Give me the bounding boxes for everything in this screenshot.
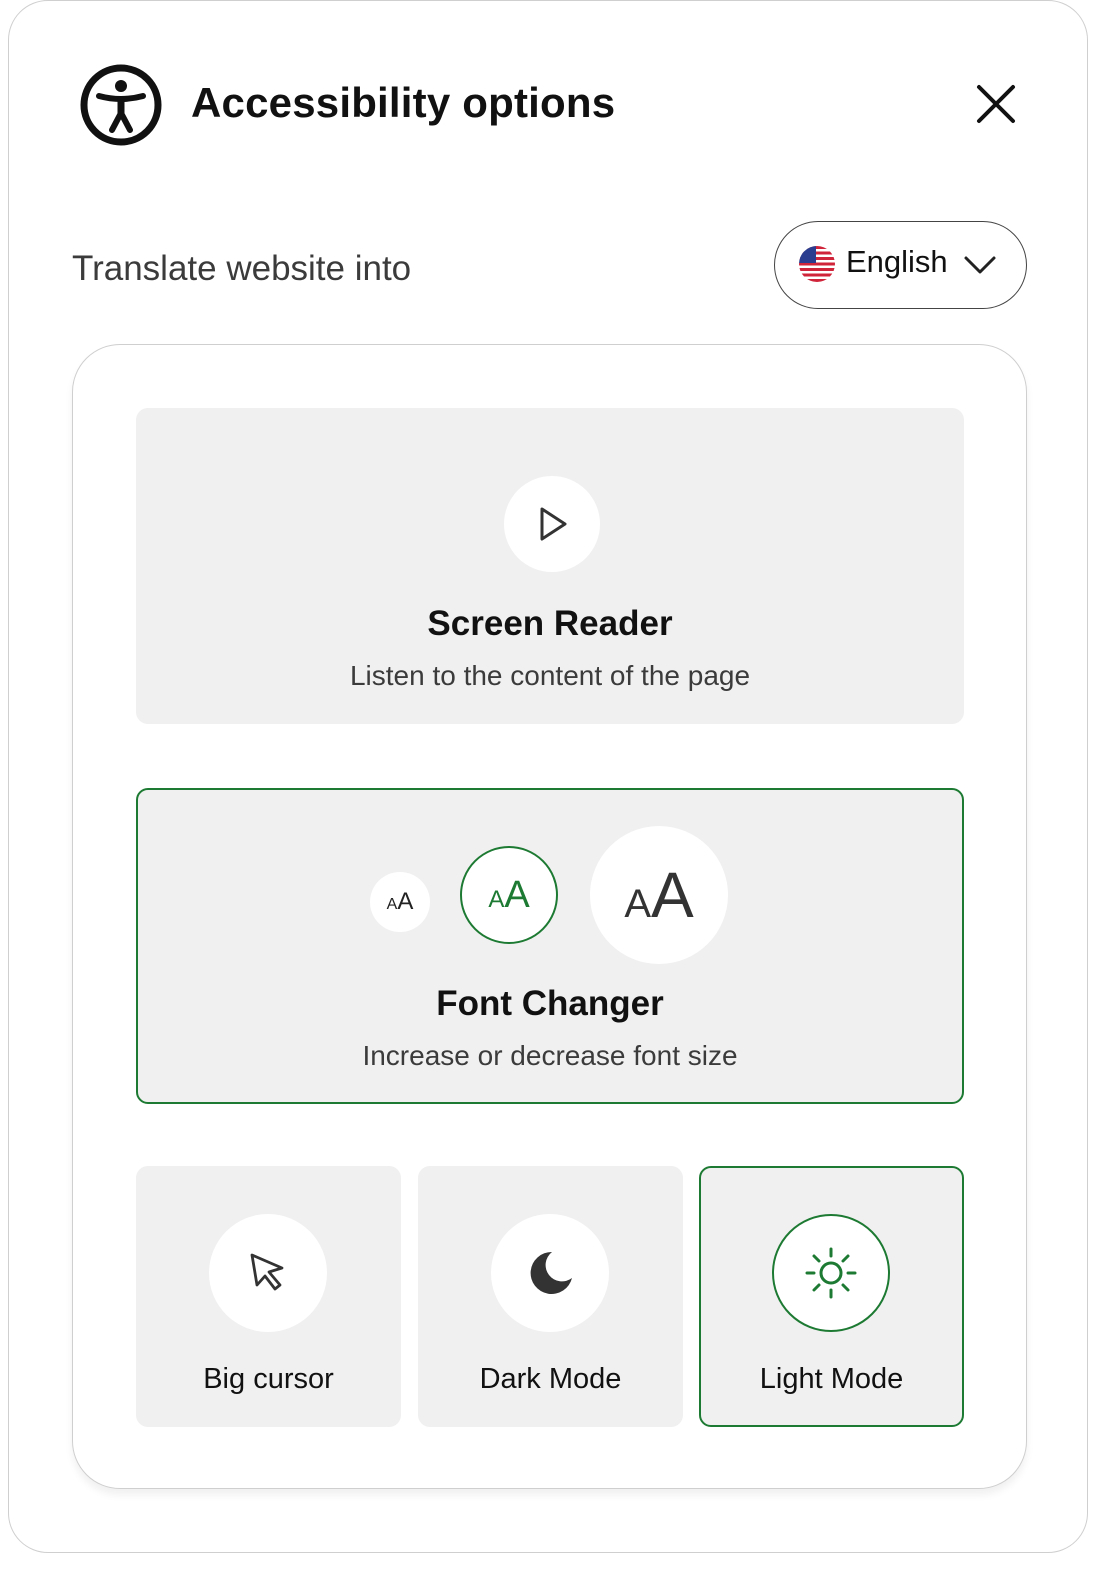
big-cursor-tile[interactable]: Big cursor [136,1166,401,1427]
screen-reader-icon-circle [504,476,600,572]
font-size-small-button[interactable]: AA [370,872,430,932]
screen-reader-title: Screen Reader [427,604,673,643]
font-changer-title: Font Changer [436,984,664,1023]
options-card: Screen Reader Listen to the content of t… [72,344,1027,1489]
font-size-medium-glyph: AA [488,876,529,914]
us-flag-icon [799,246,835,282]
translate-label: Translate website into [72,249,412,288]
font-size-medium-button[interactable]: AA [460,846,558,944]
big-cursor-label: Big cursor [203,1363,334,1395]
font-size-large-letter-b: A [651,859,694,931]
font-size-medium-letter-b: A [504,874,530,916]
chevron-down-icon [964,256,996,274]
screen-reader-subtitle: Listen to the content of the page [349,660,751,691]
screen-reader-tile[interactable]: Screen Reader Listen to the content of t… [136,408,964,724]
play-icon [540,507,567,541]
accessibility-panel: Accessibility options Translate website … [8,0,1088,1553]
font-size-medium-letter-a: A [488,886,505,913]
light-mode-tile[interactable]: Light Mode [699,1166,964,1427]
dark-mode-icon-circle [491,1214,609,1332]
light-mode-icon-circle [772,1214,890,1332]
dark-mode-tile[interactable]: Dark Mode [418,1166,683,1427]
light-mode-label: Light Mode [759,1363,904,1395]
panel-header: Accessibility options [79,61,1029,151]
font-size-small-glyph: AA [387,890,414,914]
dark-mode-label: Dark Mode [479,1363,622,1395]
font-size-large-glyph: AA [624,863,693,927]
accessibility-icon [80,64,162,146]
close-icon[interactable] [971,79,1021,129]
font-size-large-button[interactable]: AA [590,826,728,964]
font-size-small-letter-b: A [397,888,414,915]
font-size-small-letter-a: A [386,896,398,913]
font-changer-tile[interactable]: AA AA AA Font Changer Increase or decrea… [136,788,964,1104]
selected-language: English [846,244,948,279]
font-size-large-letter-a: A [624,882,651,926]
translate-row: Translate website into English [72,221,1027,309]
cursor-arrow-icon [250,1253,284,1291]
font-changer-subtitle: Increase or decrease font size [362,1040,738,1071]
sun-icon [805,1247,857,1299]
big-cursor-icon-circle [209,1214,327,1332]
moon-icon [530,1251,572,1294]
page-title: Accessibility options [191,79,616,126]
language-select[interactable]: English [774,221,1027,309]
